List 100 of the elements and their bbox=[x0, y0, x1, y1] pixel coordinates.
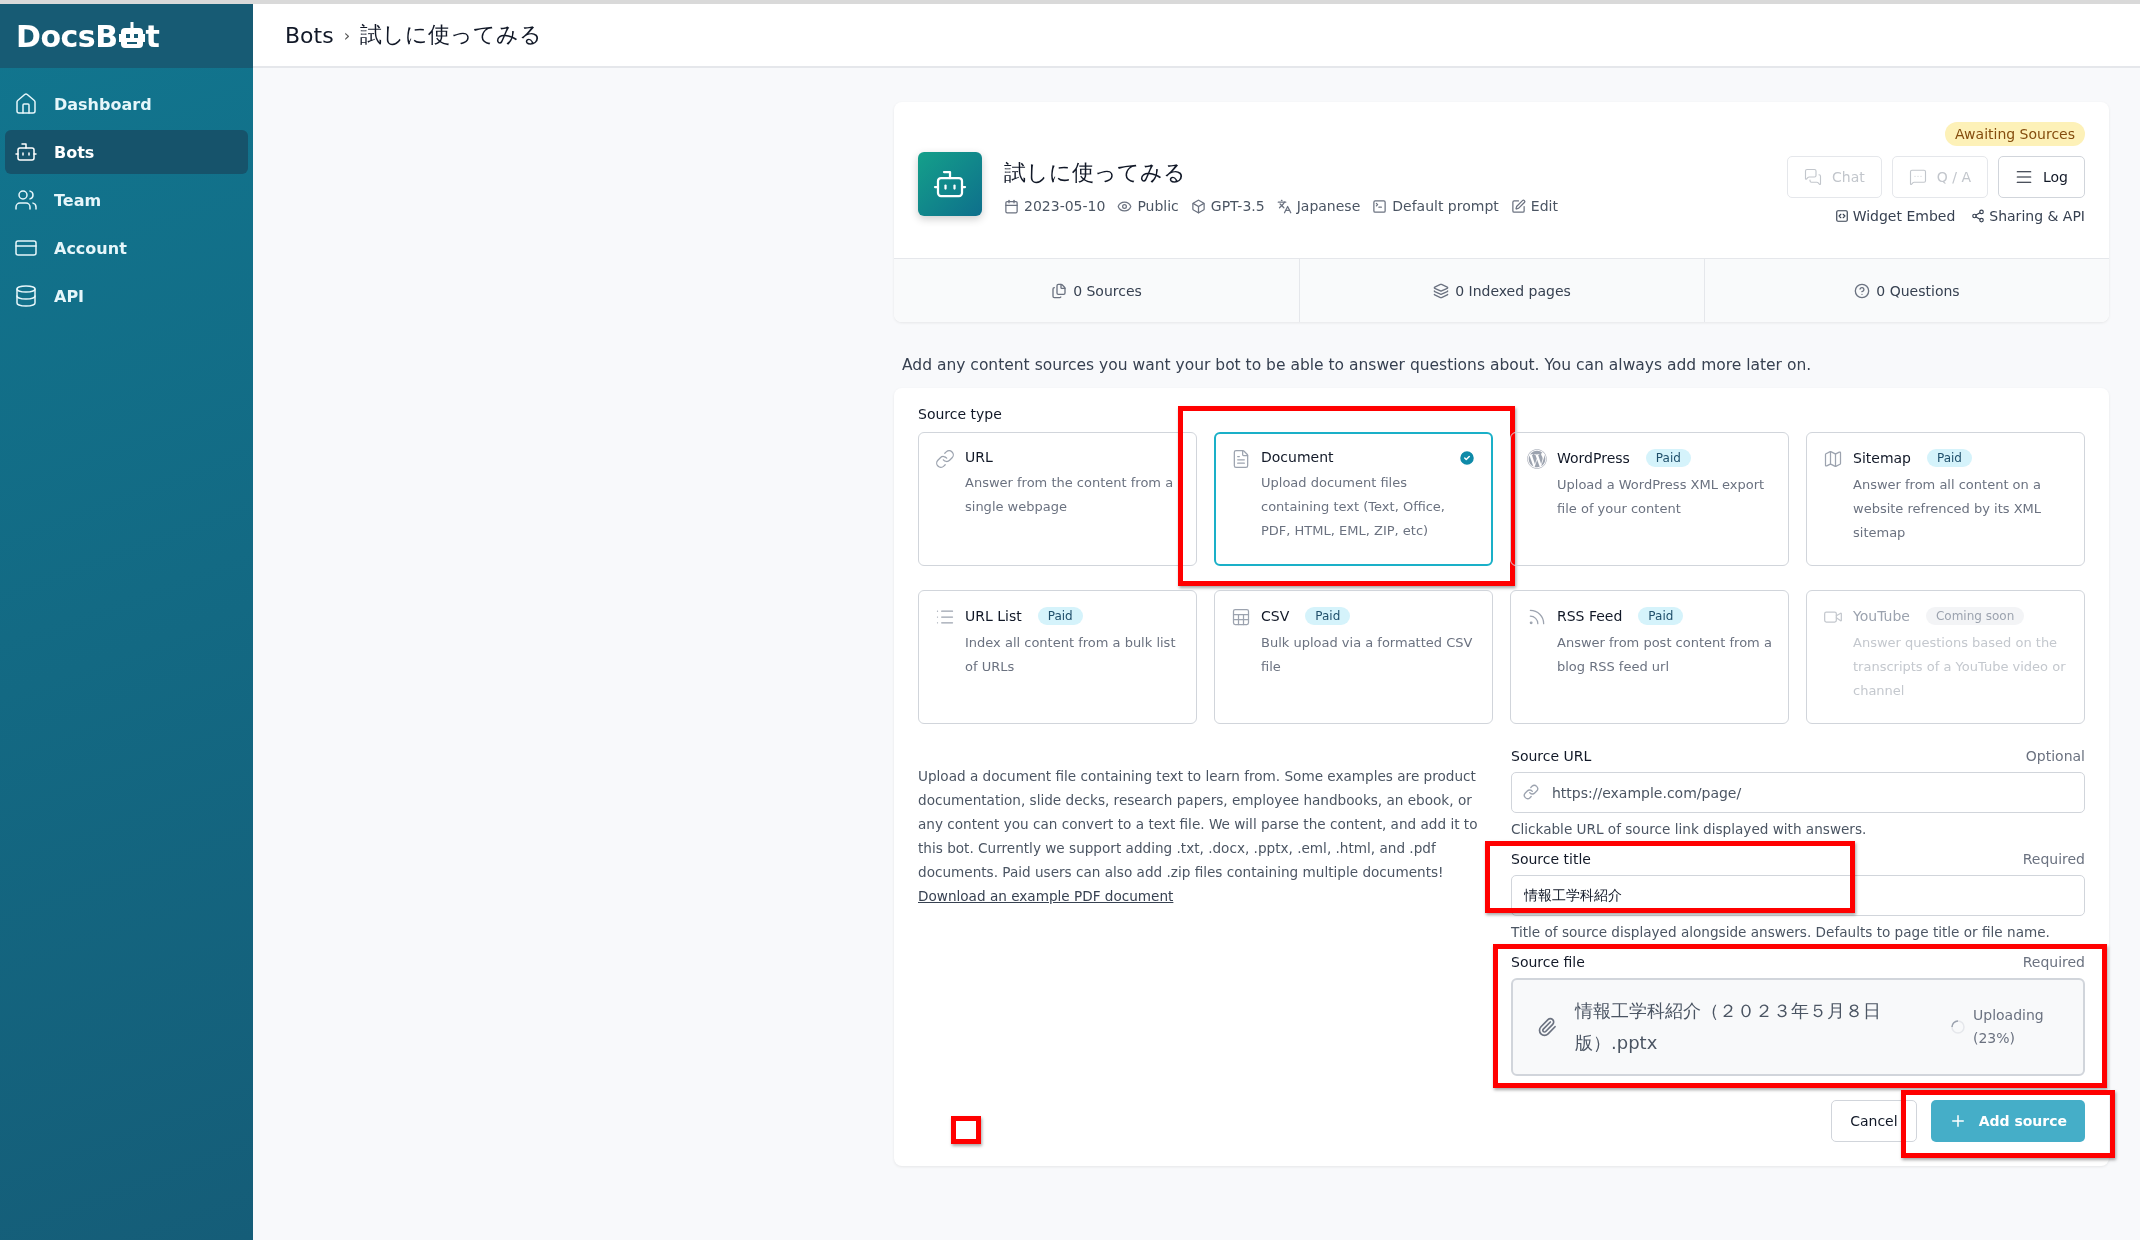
field-note: Required bbox=[2022, 851, 2085, 867]
card-title: Document bbox=[1261, 449, 1334, 465]
nav-item[interactable]: Team bbox=[5, 178, 248, 222]
card-title: URL bbox=[965, 449, 993, 465]
translate-icon bbox=[1276, 198, 1292, 214]
link-icon bbox=[935, 449, 955, 469]
cancel-button[interactable]: Cancel bbox=[1831, 1100, 1917, 1142]
calendar-icon bbox=[1004, 198, 1019, 214]
database-icon bbox=[14, 284, 38, 308]
meta-text: Public bbox=[1137, 198, 1179, 214]
header-link[interactable]: Widget Embed bbox=[1834, 208, 1956, 224]
logo-text: DocsB bbox=[16, 18, 118, 54]
map-icon bbox=[1823, 449, 1843, 469]
files-icon bbox=[1051, 282, 1068, 299]
source-type-card[interactable]: WordPress Paid Upload a WordPress XML export file of your content bbox=[1510, 432, 1789, 566]
upload-status: Uploading (23%) bbox=[1973, 1006, 2045, 1048]
help-text: Upload a document file containing text to learn from. Some examples are product documentation, slide decks, research papers, employee handbooks, an ebook, or any content you can convert to a text file. We will parse the content, and add it to this bot. Currently we support adding .txt, .docx, .pptx, .eml, .html, and .pdf documents. Paid users can also add .zip files containing multiple documents! bbox=[918, 767, 1479, 882]
meta-text[interactable]: Edit bbox=[1530, 198, 1558, 214]
question-icon bbox=[1854, 282, 1871, 299]
header-link[interactable]: Sharing & API bbox=[1971, 208, 2085, 224]
download-link[interactable]: Download an example PDF document bbox=[918, 888, 1174, 904]
stat-text: 0 Sources bbox=[1073, 282, 1142, 299]
link-icon bbox=[1523, 784, 1539, 800]
table-icon bbox=[1231, 607, 1251, 627]
meta-text: 2023-05-10 bbox=[1024, 198, 1106, 214]
field-note: Required bbox=[2022, 954, 2085, 970]
card-title: URL List bbox=[965, 608, 1022, 624]
status-badge: Awaiting Sources bbox=[1945, 122, 2085, 146]
file-name: 情報工学科紹介（２０２３年５月８日版）.pptx bbox=[1575, 999, 1882, 1055]
meta-text: GPT-3.5 bbox=[1210, 198, 1265, 214]
source-type-card[interactable]: RSS Feed Paid Answer from post content from a blog RSS feed url bbox=[1510, 590, 1789, 724]
action-button[interactable]: Log bbox=[1998, 156, 2085, 198]
card-description: Answer from post content from a blog RSS feed url bbox=[1557, 634, 1772, 676]
layers-icon bbox=[1433, 282, 1450, 299]
plan-badge: Paid bbox=[1645, 449, 1691, 467]
card-description: Answer questions based on the transcripts of a YouTube video or channel bbox=[1853, 634, 2067, 700]
card-description: Upload a WordPress XML export file of your content bbox=[1557, 476, 1766, 518]
home-icon bbox=[14, 92, 38, 116]
code-icon bbox=[1834, 209, 1849, 223]
field-label: Source file bbox=[1511, 954, 1585, 970]
rss-icon bbox=[1527, 607, 1547, 627]
logo-text: t bbox=[145, 18, 160, 54]
list-icon bbox=[2015, 168, 2033, 186]
card-description: Bulk upload via a formatted CSV file bbox=[1261, 634, 1474, 676]
source-type-card[interactable]: URL List Paid Index all content from a bulk list of URLs bbox=[918, 590, 1197, 724]
source-type-card[interactable]: CSV Paid Bulk upload via a formatted CSV file bbox=[1214, 590, 1493, 724]
check-icon bbox=[1458, 449, 1476, 467]
text-field[interactable]: https://example.com/page/ bbox=[1511, 772, 2085, 813]
bot-name: 試しに使ってみる bbox=[1004, 159, 1187, 187]
intro-text: Add any content sources you want your bot to be able to answer questions about. You can always add more later on. bbox=[902, 356, 1813, 374]
plan-badge: Paid bbox=[1305, 607, 1351, 625]
card-title: YouTube bbox=[1853, 608, 1910, 624]
plan-badge: Paid bbox=[1638, 607, 1684, 625]
card-description: Upload document files containing text (Text, Office, PDF, HTML, EML, ZIP, etc) bbox=[1261, 474, 1446, 540]
meta-text: Default prompt bbox=[1392, 198, 1499, 214]
eye-icon bbox=[1117, 198, 1133, 214]
card-description: Answer from all content on a website refrenced by its XML sitemap bbox=[1853, 476, 2042, 542]
field-label: Source URL bbox=[1511, 748, 1592, 764]
cube-icon bbox=[1190, 198, 1206, 214]
section-label: Source type bbox=[918, 406, 1003, 422]
message-icon bbox=[1908, 168, 1927, 186]
plan-badge: Paid bbox=[1037, 607, 1083, 625]
robot-icon bbox=[14, 140, 38, 164]
spinner-icon bbox=[1951, 1020, 1965, 1034]
card-description: Answer from the content from a single webpage bbox=[965, 474, 1175, 516]
nav-item[interactable]: Bots bbox=[5, 130, 248, 174]
field-hint: Title of source displayed alongside answers. Defaults to page title or file name. bbox=[1511, 924, 2051, 940]
text-field[interactable]: 情報工学科紹介 bbox=[1511, 875, 2085, 916]
meta-text: Japanese bbox=[1296, 198, 1361, 214]
card-title: WordPress bbox=[1557, 450, 1630, 466]
field-label: Source title bbox=[1511, 851, 1591, 867]
source-type-card[interactable]: Document Upload document files containing text (Text, Office, PDF, HTML, EML, ZIP, etc) bbox=[1214, 432, 1493, 566]
card-title: RSS Feed bbox=[1557, 608, 1623, 624]
card-description: Index all content from a bulk list of URLs bbox=[965, 634, 1177, 676]
chat-icon bbox=[1804, 168, 1823, 186]
source-type-card[interactable]: Sitemap Paid Answer from all content on a website refrenced by its XML sitemap bbox=[1806, 432, 2085, 566]
breadcrumb-link[interactable]: Bots bbox=[285, 22, 334, 48]
robot-icon bbox=[118, 22, 145, 50]
breadcrumb-link[interactable]: 試しに使ってみる bbox=[360, 20, 543, 50]
file-field[interactable]: 情報工学科紹介（２０２３年５月８日版）.pptx Uploading (23%) bbox=[1511, 978, 2085, 1076]
pencil-icon bbox=[1510, 198, 1526, 214]
terminal-icon bbox=[1372, 198, 1388, 214]
stat-text: 0 Indexed pages bbox=[1455, 282, 1571, 299]
card-title: Sitemap bbox=[1853, 450, 1911, 466]
plan-badge: Coming soon bbox=[1925, 607, 2025, 625]
wordpress-icon bbox=[1527, 449, 1547, 469]
plan-badge: Paid bbox=[1927, 449, 1972, 467]
nav-item[interactable]: Account bbox=[5, 226, 248, 270]
field-note: Optional bbox=[2025, 748, 2085, 764]
document-icon bbox=[1231, 449, 1251, 469]
chevron-icon: › bbox=[343, 25, 351, 45]
users-icon bbox=[14, 188, 38, 212]
card-title: CSV bbox=[1261, 608, 1290, 624]
share-icon bbox=[1971, 209, 1986, 223]
nav-item[interactable]: Dashboard bbox=[5, 82, 248, 126]
stat-text: 0 Questions bbox=[1876, 282, 1960, 299]
paperclip-icon bbox=[1537, 1017, 1557, 1037]
field-hint: Clickable URL of source link displayed with answers. bbox=[1511, 821, 1868, 837]
source-type-card[interactable]: URL Answer from the content from a single webpage bbox=[918, 432, 1197, 566]
nav-item[interactable]: API bbox=[5, 274, 248, 318]
